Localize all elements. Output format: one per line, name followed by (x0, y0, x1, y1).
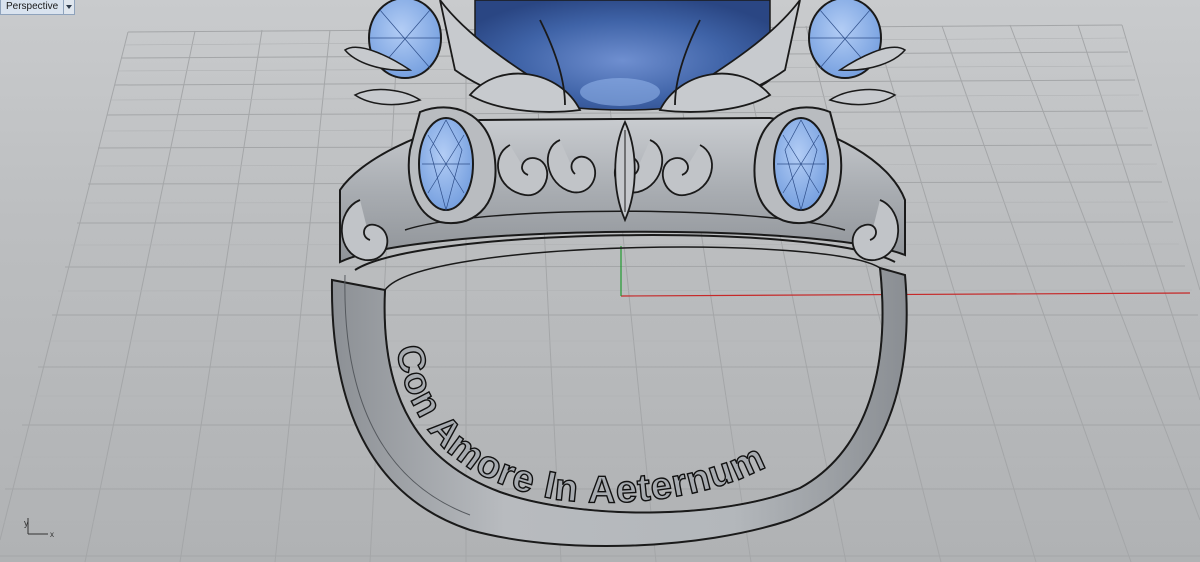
viewport-title[interactable]: Perspective (0, 0, 65, 15)
left-top-gem[interactable] (343, 0, 442, 106)
right-top-gem[interactable] (808, 0, 907, 106)
axis-x-label: x (50, 530, 54, 539)
right-bezel-gem[interactable] (753, 106, 843, 225)
viewport-title-tab[interactable]: Perspective (0, 0, 76, 15)
scene-canvas[interactable]: Con Amore In Aeternum (0, 0, 1200, 562)
axis-y-label: y (24, 518, 29, 528)
viewport-menu-caret-icon[interactable] (64, 0, 76, 15)
left-bezel-gem[interactable] (407, 106, 497, 225)
axis-indicator-icon: y x (24, 518, 54, 539)
minor-grid (0, 37, 1200, 523)
perspective-viewport[interactable]: Con Amore In Aeternum Perspective y x (0, 0, 1200, 562)
